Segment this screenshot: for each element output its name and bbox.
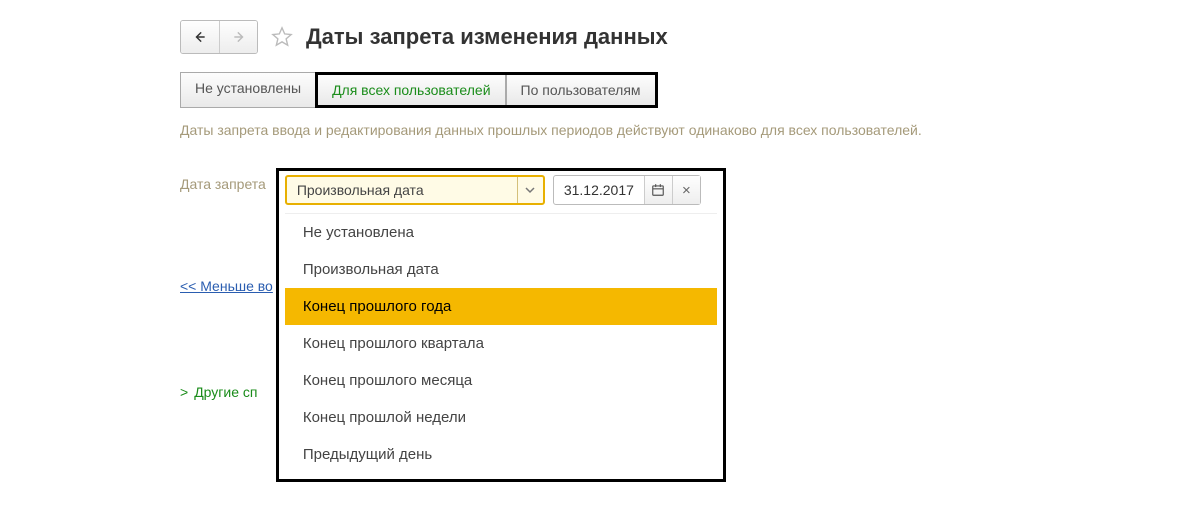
date-input-group: 31.12.2017 × [553, 175, 701, 205]
date-mode-option[interactable]: Конец прошлого месяца [285, 362, 717, 399]
tabs-highlight-box: Для всех пользователей По пользователям [315, 72, 657, 108]
nav-buttons [180, 20, 258, 54]
tab-by-users[interactable]: По пользователям [506, 75, 655, 105]
nav-back-button[interactable] [181, 21, 219, 53]
date-mode-option[interactable]: Не установлена [285, 214, 717, 251]
chevron-right-icon: > [180, 384, 188, 400]
arrow-left-icon [193, 30, 207, 44]
date-input[interactable]: 31.12.2017 [554, 182, 644, 198]
select-dropdown-button[interactable] [517, 177, 543, 203]
favorite-star-icon[interactable] [270, 25, 294, 49]
calendar-button[interactable] [644, 176, 672, 204]
tab-for-all-users[interactable]: Для всех пользователей [318, 75, 505, 105]
date-lock-label: Дата запрета [180, 168, 266, 192]
date-mode-select[interactable]: Произвольная дата [285, 175, 545, 205]
description-text: Даты запрета ввода и редактирования данн… [180, 122, 1200, 138]
calendar-icon [651, 183, 665, 197]
arrow-right-icon [232, 30, 246, 44]
tab-not-set[interactable]: Не установлены [180, 72, 316, 108]
date-mode-options: Не установленаПроизвольная датаКонец про… [285, 213, 717, 473]
date-mode-option[interactable]: Конец прошлой недели [285, 399, 717, 436]
chevron-down-icon [525, 185, 535, 195]
nav-forward-button[interactable] [219, 21, 257, 53]
date-mode-option[interactable]: Произвольная дата [285, 251, 717, 288]
other-methods-link[interactable]: > Другие сп [180, 384, 257, 400]
date-mode-option[interactable]: Предыдущий день [285, 436, 717, 473]
scope-tabs: Не установлены Для всех пользователей По… [180, 72, 1200, 108]
date-mode-option[interactable]: Конец прошлого года [285, 288, 717, 325]
dropdown-panel: Произвольная дата 31.12.2017 × Не устано… [276, 168, 726, 482]
other-methods-label: Другие сп [194, 384, 257, 400]
clear-date-button[interactable]: × [672, 176, 700, 204]
page-title: Даты запрета изменения данных [306, 24, 668, 50]
date-mode-option[interactable]: Конец прошлого квартала [285, 325, 717, 362]
less-options-link[interactable]: << Меньше во [180, 278, 273, 294]
date-mode-value: Произвольная дата [287, 182, 517, 198]
close-icon: × [682, 182, 691, 199]
